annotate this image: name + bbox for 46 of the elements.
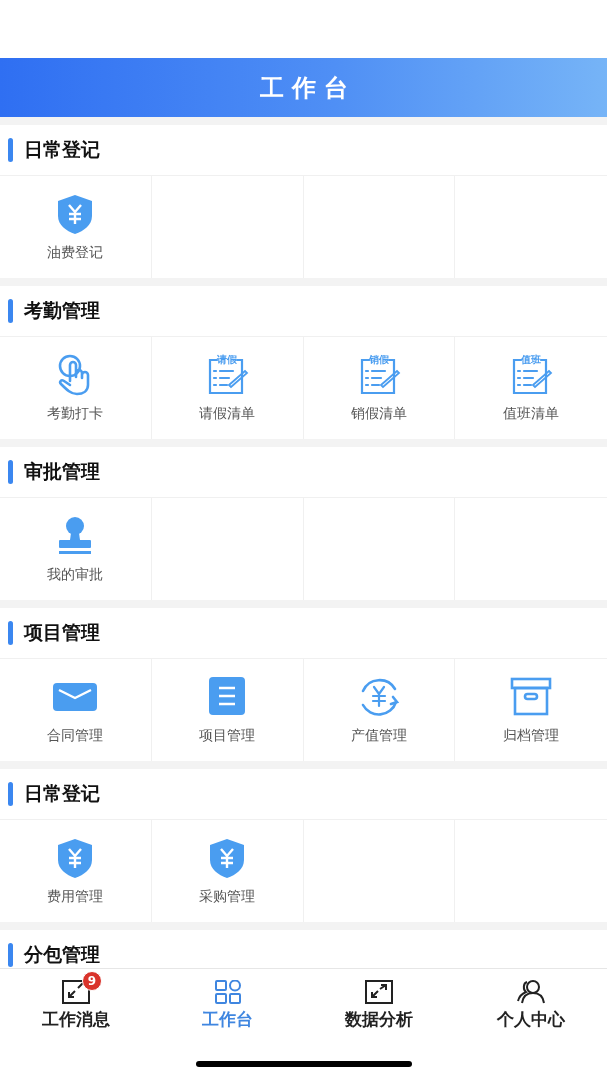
accent-bar [8,621,13,645]
tile-label: 采购管理 [199,888,256,906]
collapse-arrows-icon [61,979,90,1004]
menu-tile[interactable]: 合同管理 [0,659,152,761]
tile-label: 合同管理 [47,727,104,745]
menu-tile[interactable]: 油费登记 [0,176,152,278]
section-title: 日常登记 [24,137,100,162]
people-icon [517,979,546,1004]
tab-item[interactable]: 工作台 [151,969,304,1041]
unread-badge: 9 [81,970,102,991]
grid-icon [213,979,242,1004]
accent-bar [8,782,13,806]
section-title: 考勤管理 [24,298,100,323]
tile-label: 项目管理 [199,727,256,745]
tile-label: 值班清单 [503,405,560,423]
accent-bar [8,460,13,484]
tile-label: 油费登记 [47,244,104,262]
tile-label: 费用管理 [47,888,104,906]
tile-label: 我的审批 [47,566,104,584]
menu-tile[interactable]: 项目管理 [151,659,304,761]
menu-tile[interactable]: 采购管理 [151,820,304,922]
tile-label: 请假清单 [199,405,256,423]
menu-tile[interactable]: 值班 值班清单 [455,337,607,439]
tab-item[interactable]: 个人中心 [455,969,607,1041]
menu-tile[interactable]: 考勤打卡 [0,337,152,439]
section-title: 分包管理 [24,942,100,967]
accent-bar [8,138,13,162]
tab-item[interactable]: 9 工作消息 [0,969,152,1041]
tile-label: 归档管理 [503,727,560,745]
menu-tile[interactable]: 请假 请假清单 [151,337,304,439]
menu-tile[interactable]: 产值管理 [303,659,456,761]
section-title: 日常登记 [24,781,100,806]
page-title: 工作台 [258,72,356,104]
expand-arrows-icon [365,979,394,1004]
menu-tile[interactable]: 我的审批 [0,498,152,600]
accent-bar [8,299,13,323]
menu-tile[interactable]: 销假 销假清单 [303,337,456,439]
tile-label: 产值管理 [350,727,407,745]
tile-label: 销假清单 [350,405,407,423]
menu-tile[interactable]: 归档管理 [455,659,607,761]
tab-item[interactable]: 数据分析 [303,969,456,1041]
section-title: 项目管理 [24,620,100,645]
accent-bar [8,943,13,967]
section-title: 审批管理 [24,459,100,484]
menu-tile[interactable]: 费用管理 [0,820,152,922]
tile-label: 考勤打卡 [47,405,104,423]
